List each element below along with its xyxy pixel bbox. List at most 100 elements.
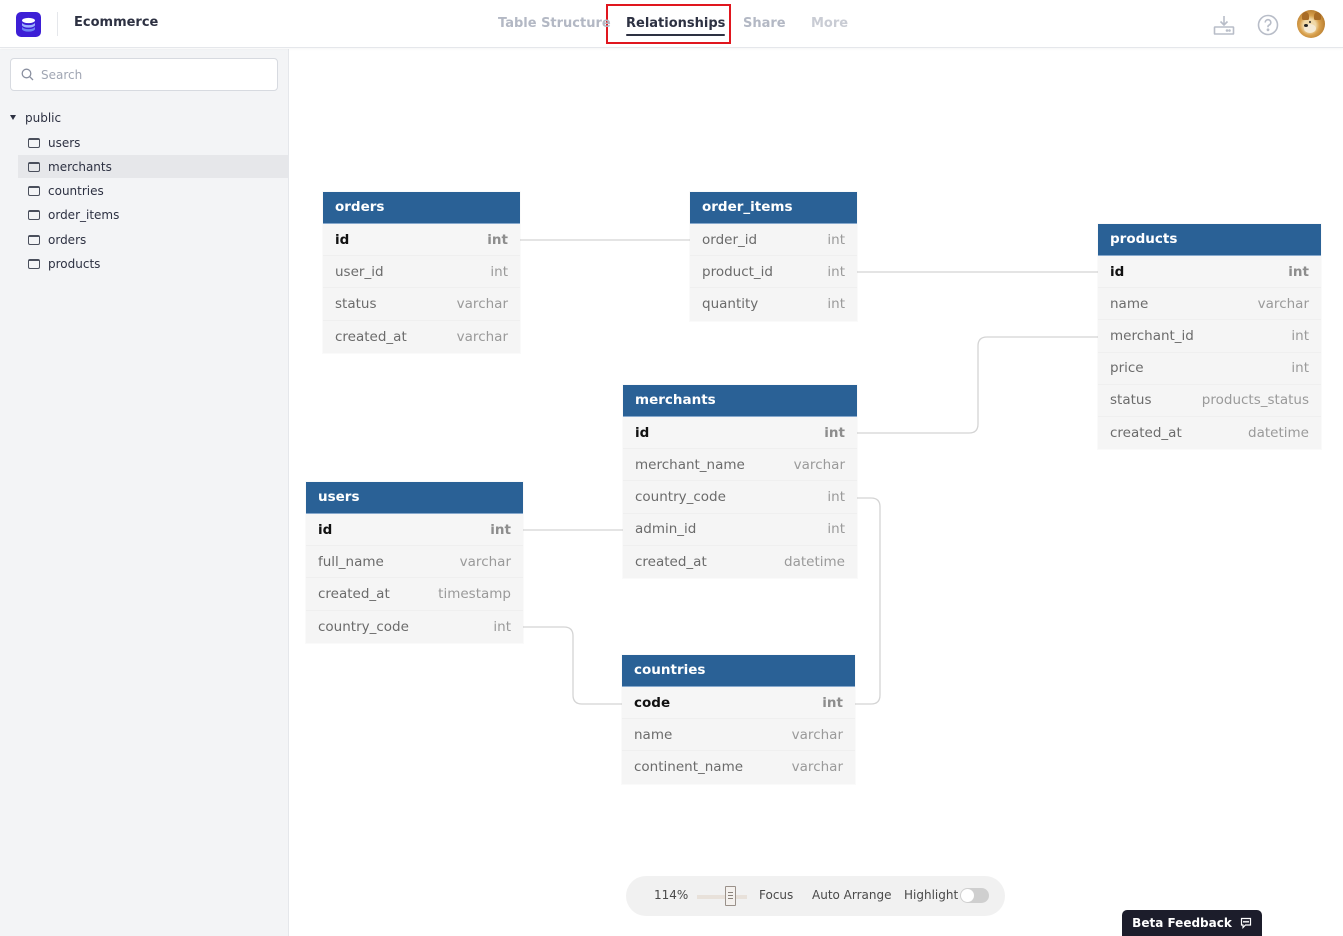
column-type: int [827, 231, 845, 248]
tab-table-structure[interactable]: Table Structure [498, 16, 611, 31]
column-row[interactable]: id int [323, 224, 520, 257]
table-header[interactable]: merchants [623, 385, 857, 417]
sidebar-item-label: order_items [48, 207, 120, 222]
column-type: varchar [791, 726, 843, 743]
column-row[interactable]: product_id int [690, 256, 857, 289]
column-row[interactable]: code int [622, 687, 855, 720]
table-header[interactable]: order_items [690, 192, 857, 224]
table-icon [28, 258, 40, 269]
beta-feedback-button[interactable]: Beta Feedback [1122, 910, 1262, 936]
sidebar-item-label: orders [48, 232, 87, 247]
column-name: id [335, 231, 350, 248]
tab-share[interactable]: Share [743, 16, 786, 31]
header-divider [57, 12, 58, 36]
column-row[interactable]: continent_name varchar [622, 751, 855, 783]
sidebar-item-products[interactable]: products [18, 252, 288, 275]
column-name: name [634, 726, 673, 743]
highlight-toggle[interactable] [960, 888, 989, 903]
tab-relationships[interactable]: Relationships [626, 16, 726, 36]
column-row[interactable]: created_at varchar [323, 321, 520, 353]
column-type: int [493, 618, 511, 635]
table-header[interactable]: users [306, 482, 523, 514]
sidebar-item-countries[interactable]: countries [18, 179, 288, 202]
column-type: int [827, 263, 845, 280]
column-name: created_at [318, 585, 390, 602]
column-type: int [827, 488, 845, 505]
column-row[interactable]: merchant_id int [1098, 320, 1321, 353]
column-row[interactable]: status varchar [323, 288, 520, 321]
table-header[interactable]: countries [622, 655, 855, 687]
table-merchants[interactable]: merchants id int merchant_name varchar cou… [623, 385, 857, 578]
column-name: merchant_id [1110, 327, 1194, 344]
schema-label: public [25, 111, 62, 125]
auto-arrange-button[interactable]: Auto Arrange [812, 888, 892, 902]
column-row[interactable]: country_code int [623, 481, 857, 514]
column-row[interactable]: name varchar [1098, 288, 1321, 321]
table-header[interactable]: products [1098, 224, 1321, 256]
table-countries[interactable]: countries code int name varchar continent_… [622, 655, 855, 784]
table-order-items[interactable]: order_items order_id int product_id int qu… [690, 192, 857, 321]
column-name: country_code [318, 618, 409, 635]
column-type: int [1291, 360, 1309, 377]
focus-button[interactable]: Focus [759, 888, 793, 902]
top-bar: Ecommerce Table Structure Relationships … [0, 0, 1343, 48]
column-row[interactable]: created_at datetime [623, 546, 857, 578]
column-row[interactable]: name varchar [622, 719, 855, 752]
column-name: full_name [318, 553, 384, 570]
column-type: int [1291, 327, 1309, 344]
column-row[interactable]: order_id int [690, 224, 857, 257]
download-icon[interactable] [1212, 13, 1236, 37]
sidebar-item-orders[interactable]: orders [18, 228, 288, 251]
column-row[interactable]: created_at timestamp [306, 578, 523, 611]
column-row[interactable]: created_at datetime [1098, 417, 1321, 449]
column-row[interactable]: price int [1098, 353, 1321, 385]
column-type: int [490, 263, 508, 280]
column-name: quantity [702, 296, 759, 313]
column-row[interactable]: merchant_name varchar [623, 449, 857, 482]
column-type: varchar [456, 328, 508, 345]
schema-public[interactable]: public [10, 111, 61, 125]
user-avatar[interactable] [1297, 10, 1325, 38]
column-row[interactable]: user_id int [323, 256, 520, 289]
column-row[interactable]: id int [623, 417, 857, 450]
help-icon[interactable] [1256, 13, 1280, 37]
table-icon [28, 209, 40, 220]
tab-more[interactable]: More [811, 16, 848, 31]
table-users[interactable]: users id int full_name varchar created_at t… [306, 482, 523, 643]
column-name: id [635, 424, 650, 441]
column-row[interactable]: quantity int [690, 288, 857, 320]
table-icon [28, 234, 40, 245]
column-row[interactable]: id int [306, 514, 523, 547]
app-logo-icon[interactable] [16, 12, 41, 37]
sidebar: public users merchants countries order_i… [0, 49, 289, 936]
column-row[interactable]: admin_id int [623, 514, 857, 546]
column-name: price [1110, 360, 1144, 377]
column-name: product_id [702, 263, 773, 280]
table-products[interactable]: products id int name varchar merchant_idin… [1098, 224, 1321, 450]
sidebar-item-merchants[interactable]: merchants [18, 155, 288, 178]
beta-feedback-label: Beta Feedback [1132, 916, 1232, 930]
column-type: varchar [459, 553, 511, 570]
sidebar-item-users[interactable]: users [18, 131, 288, 154]
column-type: int [1288, 263, 1309, 280]
table-orders[interactable]: orders id int user_id int status varchar cr… [323, 192, 520, 353]
search-input[interactable] [41, 59, 271, 90]
column-row[interactable]: country_code int [306, 611, 523, 643]
table-header[interactable]: orders [323, 192, 520, 224]
table-icon [28, 137, 40, 148]
column-name: created_at [1110, 425, 1182, 442]
column-name: admin_id [635, 521, 697, 538]
column-type: datetime [1248, 425, 1309, 442]
sidebar-item-order-items[interactable]: order_items [18, 203, 288, 226]
zoom-slider[interactable] [697, 886, 747, 906]
column-name: status [335, 295, 377, 312]
column-row[interactable]: full_name varchar [306, 546, 523, 579]
zoom-slider-handle[interactable] [725, 886, 736, 906]
column-name: code [634, 694, 671, 711]
column-name: continent_name [634, 759, 744, 776]
column-name: created_at [335, 328, 407, 345]
search-box [10, 58, 278, 91]
column-row[interactable]: id int [1098, 256, 1321, 289]
column-type: varchar [793, 456, 845, 473]
column-row[interactable]: status products_status [1098, 385, 1321, 417]
